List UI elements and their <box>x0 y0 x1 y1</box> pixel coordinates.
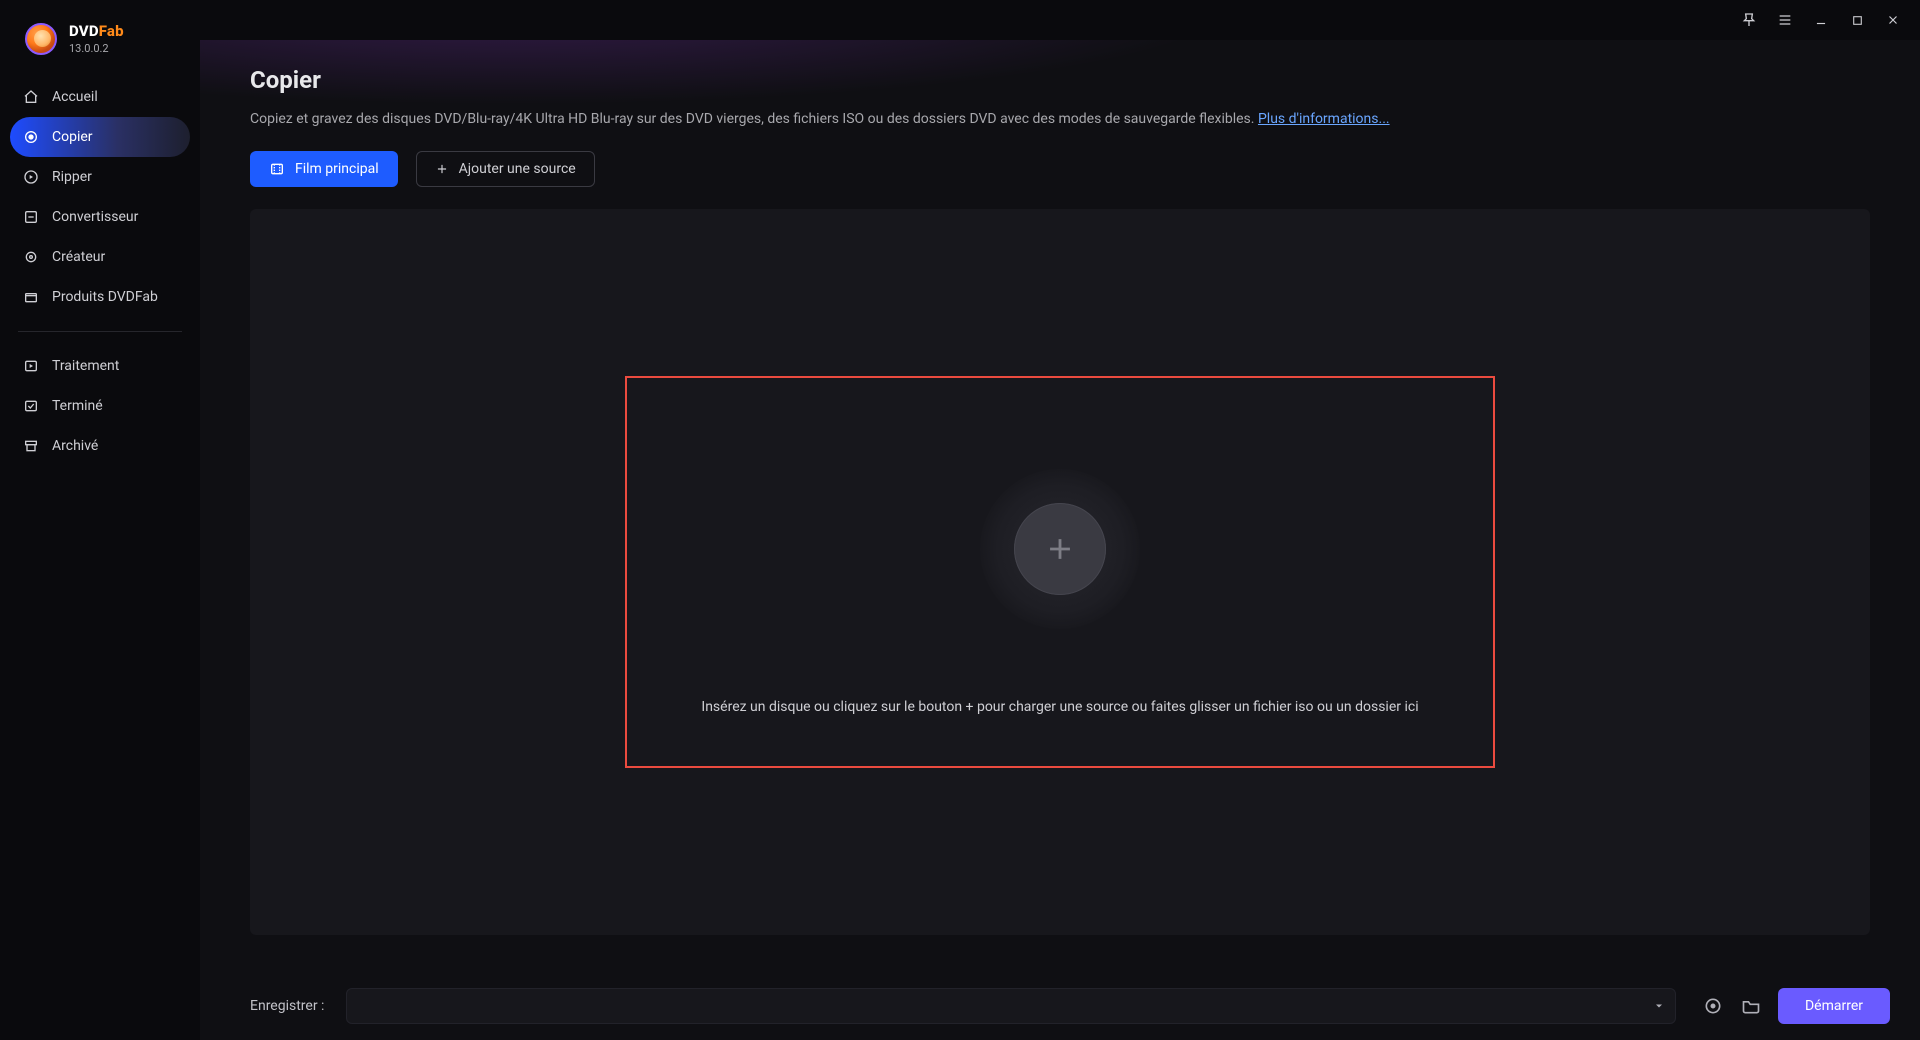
dropzone-text: Insérez un disque ou cliquez sur le bout… <box>701 699 1418 715</box>
sidebar-separator <box>18 331 182 332</box>
dropzone[interactable]: Insérez un disque ou cliquez sur le bout… <box>625 376 1495 768</box>
sidebar-item-ripper[interactable]: Ripper <box>10 157 190 197</box>
sidebar-item-label: Ripper <box>52 169 92 185</box>
close-icon[interactable] <box>1884 11 1902 29</box>
sidebar-item-label: Convertisseur <box>52 209 138 225</box>
sidebar-item-label: Archivé <box>52 438 98 454</box>
save-to-dropdown[interactable] <box>346 988 1676 1024</box>
pin-icon[interactable] <box>1740 11 1758 29</box>
app-name: DVDFab <box>69 22 124 40</box>
main-movie-button[interactable]: Film principal <box>250 151 398 187</box>
dropzone-plus-button[interactable] <box>980 469 1140 629</box>
titlebar <box>200 0 1920 40</box>
add-source-button[interactable]: Ajouter une source <box>416 151 595 187</box>
gear-icon <box>22 248 40 266</box>
sidebar-item-accueil[interactable]: Accueil <box>10 77 190 117</box>
main: Copier Copiez et gravez des disques DVD/… <box>200 0 1920 1040</box>
button-label: Ajouter une source <box>459 161 576 177</box>
button-label: Film principal <box>295 161 379 177</box>
sidebar-item-traitement[interactable]: Traitement <box>10 346 190 386</box>
content: Insérez un disque ou cliquez sur le bout… <box>200 209 1920 972</box>
sidebar-item-label: Créateur <box>52 249 105 265</box>
check-list-icon <box>22 397 40 415</box>
chevron-down-icon <box>1653 1000 1665 1012</box>
folder-output-icon[interactable] <box>1740 995 1762 1017</box>
sidebar-item-archive[interactable]: Archivé <box>10 426 190 466</box>
app-logo-icon <box>25 23 57 55</box>
page-header: Copier Copiez et gravez des disques DVD/… <box>200 40 1920 129</box>
sidebar-item-produits[interactable]: Produits DVDFab <box>10 277 190 317</box>
page-description-text: Copiez et gravez des disques DVD/Blu-ray… <box>250 111 1258 127</box>
package-icon <box>22 288 40 306</box>
app-logo-block: DVDFab 13.0.0.2 <box>0 18 200 77</box>
plus-icon <box>435 162 449 176</box>
minimize-icon[interactable] <box>1812 11 1830 29</box>
menu-icon[interactable] <box>1776 11 1794 29</box>
sidebar-item-createur[interactable]: Créateur <box>10 237 190 277</box>
save-to-label: Enregistrer : <box>250 998 324 1014</box>
sidebar-item-label: Traitement <box>52 358 119 374</box>
toolbar: Film principal Ajouter une source <box>200 129 1920 209</box>
nav-secondary: Traitement Terminé Archivé <box>0 346 200 466</box>
app-version: 13.0.0.2 <box>69 42 124 55</box>
sidebar-item-label: Terminé <box>52 398 103 414</box>
button-label: Démarrer <box>1805 998 1863 1014</box>
sidebar-item-termine[interactable]: Terminé <box>10 386 190 426</box>
nav-primary: Accueil Copier Ripper Convertisseur <box>0 77 200 317</box>
sidebar-item-label: Copier <box>52 129 93 145</box>
target-icon <box>22 128 40 146</box>
convert-icon <box>22 208 40 226</box>
more-info-link[interactable]: Plus d'informations... <box>1258 111 1390 127</box>
sidebar-item-label: Produits DVDFab <box>52 289 158 305</box>
content-panel: Insérez un disque ou cliquez sur le bout… <box>250 209 1870 935</box>
maximize-icon[interactable] <box>1848 11 1866 29</box>
sidebar-item-label: Accueil <box>52 89 98 105</box>
sidebar-item-convertisseur[interactable]: Convertisseur <box>10 197 190 237</box>
sidebar-item-copier[interactable]: Copier <box>10 117 190 157</box>
archive-icon <box>22 437 40 455</box>
disc-play-icon <box>22 168 40 186</box>
movie-mode-icon <box>269 161 285 177</box>
page-description: Copiez et gravez des disques DVD/Blu-ray… <box>250 110 1870 129</box>
page-title: Copier <box>250 66 1870 94</box>
play-list-icon <box>22 357 40 375</box>
sidebar: DVDFab 13.0.0.2 Accueil Copier <box>0 0 200 1040</box>
start-button[interactable]: Démarrer <box>1778 988 1890 1024</box>
home-icon <box>22 88 40 106</box>
iso-output-icon[interactable] <box>1702 995 1724 1017</box>
plus-icon <box>1043 532 1077 566</box>
footer: Enregistrer : Démarrer <box>200 972 1920 1040</box>
